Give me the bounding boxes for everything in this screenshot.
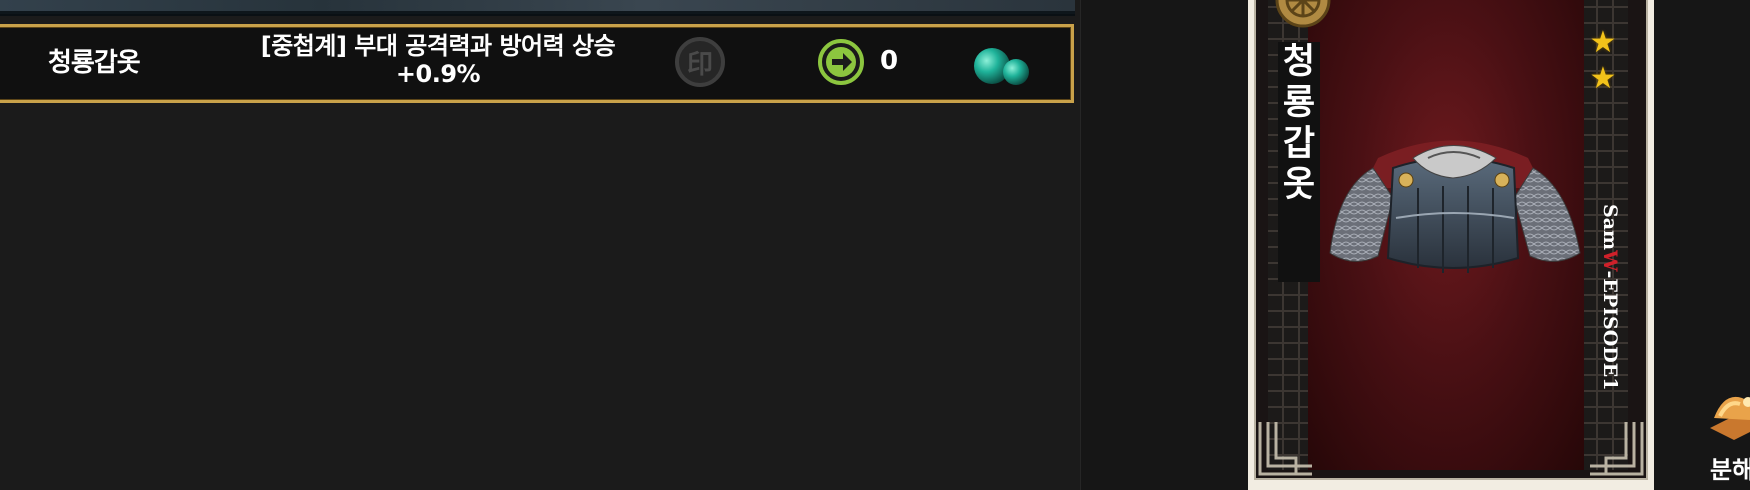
- arrow-right-circle-icon[interactable]: [817, 38, 865, 86]
- corner-ornament-icon: [1590, 422, 1644, 476]
- brand-prefix: Sam: [1599, 204, 1621, 251]
- armor-artwork: [1329, 140, 1581, 273]
- card-name-char: 갑: [1282, 124, 1316, 164]
- disassemble-button[interactable]: 분해: [1700, 388, 1750, 490]
- corner-ornament-icon: [1258, 422, 1312, 476]
- previous-row-image-strip: [0, 0, 1075, 16]
- card-name-banner: 청 룡 갑 옷: [1278, 42, 1320, 282]
- seal-glyph: 印: [686, 49, 713, 80]
- item-effect-description: [중첩계] 부대 공격력과 방어력 상승 +0.9%: [260, 32, 616, 88]
- brand-suffix: -EPISODE1: [1599, 270, 1621, 391]
- card-name-char: 청: [1282, 42, 1316, 82]
- star-icon: ★: [1589, 25, 1617, 60]
- item-list-panel: 청룡갑옷 [중첩계] 부대 공격력과 방어력 상승 +0.9% 印 0: [0, 0, 1080, 490]
- item-name: 청룡갑옷: [48, 48, 141, 78]
- jade-gem-icon: [974, 48, 1029, 85]
- count-value: 0: [880, 46, 899, 76]
- brand-logo: SamW-EPISODE1: [1593, 204, 1621, 424]
- card-name-char: 옷: [1282, 165, 1316, 205]
- disassemble-icon: [1710, 397, 1750, 440]
- disassemble-label: 분해: [1710, 456, 1750, 484]
- emblem-icon: [1275, 0, 1331, 28]
- seal-icon[interactable]: 印: [675, 37, 725, 87]
- brand-w: W: [1599, 250, 1621, 271]
- panel-divider: [1080, 0, 1081, 490]
- star-icon: ★: [1589, 61, 1617, 96]
- card-name-char: 룡: [1282, 83, 1316, 123]
